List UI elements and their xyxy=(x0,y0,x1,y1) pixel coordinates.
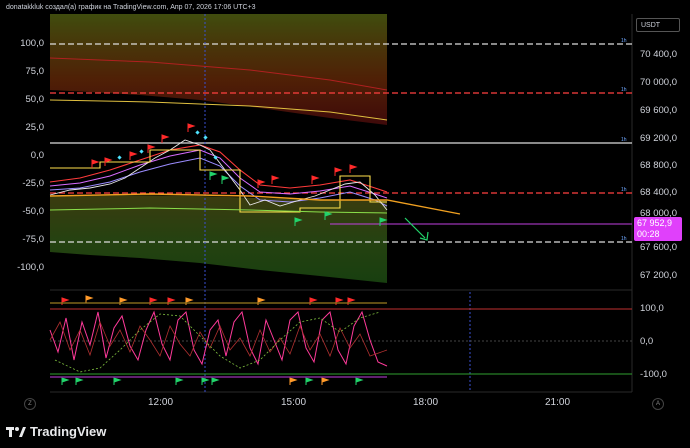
auto-scale-button[interactable]: A xyxy=(652,398,664,410)
svg-text:1h: 1h xyxy=(621,137,627,143)
left-axis-label: 0,0 xyxy=(30,150,44,161)
right-axis-label: 70 400,0 xyxy=(640,49,677,60)
left-axis-label: 50,0 xyxy=(25,94,45,105)
timezone-button[interactable]: Z xyxy=(24,398,36,410)
osc-axis-label: -100,0 xyxy=(640,369,667,380)
upper-cloud xyxy=(50,14,387,125)
svg-text:1h: 1h xyxy=(621,87,627,93)
right-axis-label: 69 600,0 xyxy=(640,105,677,116)
right-axis-label: 70 000,0 xyxy=(640,77,677,88)
tradingview-logo-icon xyxy=(6,426,26,437)
right-axis-label: 67 600,0 xyxy=(640,242,677,253)
tradingview-brand-text: TradingView xyxy=(30,424,107,439)
last-price-tag: 67 952,9 00:28 xyxy=(634,217,682,241)
left-axis-label: 75,0 xyxy=(25,66,45,77)
osc-axis-label: 100,0 xyxy=(640,303,664,314)
time-axis-label: 12:00 xyxy=(148,397,174,408)
osc-axis-label: 0,0 xyxy=(640,336,654,347)
svg-text:1h: 1h xyxy=(621,236,627,242)
svg-text:1h: 1h xyxy=(621,187,627,193)
tradingview-logo[interactable]: TradingView xyxy=(6,424,106,439)
right-axis-label: 68 800,0 xyxy=(640,160,677,171)
left-axis-label: -100,0 xyxy=(17,262,44,273)
left-axis-label: 100,0 xyxy=(20,38,44,49)
right-axis-label: 68 400,0 xyxy=(640,187,677,198)
svg-text:1h: 1h xyxy=(621,38,627,44)
left-axis-label: -50,0 xyxy=(22,206,44,217)
time-axis-label: 15:00 xyxy=(281,397,307,408)
time-axis-label: 18:00 xyxy=(413,397,439,408)
left-axis-label: -75,0 xyxy=(22,234,44,245)
last-price-value: 67 952,9 xyxy=(637,218,673,228)
left-axis-label: -25,0 xyxy=(22,178,44,189)
main-chart[interactable]: 1h 1h 1h 1h 1h xyxy=(0,0,690,416)
last-price-timer: 00:28 xyxy=(637,229,660,239)
left-axis-label: 25,0 xyxy=(25,122,45,133)
time-axis-label: 21:00 xyxy=(545,397,571,408)
right-axis-label: 69 200,0 xyxy=(640,133,677,144)
right-axis-label: 67 200,0 xyxy=(640,270,677,281)
chart-frame: donatakkluk создал(а) график на TradingV… xyxy=(0,0,690,448)
